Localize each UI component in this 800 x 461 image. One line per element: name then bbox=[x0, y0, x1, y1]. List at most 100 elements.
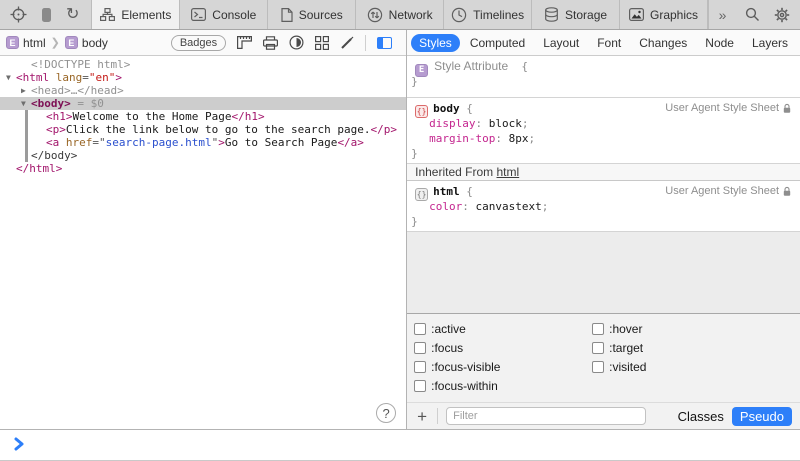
rule-selector[interactable]: body bbox=[433, 102, 460, 115]
checkbox[interactable] bbox=[592, 342, 604, 354]
code-token: : bbox=[462, 200, 475, 213]
pseudo-toggle-focus[interactable]: :focus bbox=[414, 338, 592, 357]
stylesheet-origin-note: User Agent Style Sheet bbox=[665, 101, 792, 116]
dom-tree-row[interactable]: <!DOCTYPE html> bbox=[0, 58, 406, 71]
tab-elements[interactable]: Elements bbox=[91, 0, 179, 29]
ruler-icon[interactable] bbox=[237, 36, 252, 49]
pseudo-toggle-hover[interactable]: :hover bbox=[592, 319, 770, 338]
pseudo-toggle-visited[interactable]: :visited bbox=[592, 357, 770, 376]
tab-timelines[interactable]: Timelines bbox=[443, 0, 531, 29]
tab-storage[interactable]: Storage bbox=[531, 0, 619, 29]
dom-tree-row[interactable]: </body> bbox=[0, 149, 406, 162]
tab-node[interactable]: Node bbox=[697, 34, 742, 52]
breadcrumb-item-body[interactable]: E body bbox=[65, 36, 108, 50]
toolbar-tabs: Elements Console Sources Network Timelin… bbox=[91, 0, 708, 29]
pseudo-label: :target bbox=[609, 341, 643, 355]
dom-tree-row[interactable]: ▶<head>…</head> bbox=[0, 84, 406, 97]
styles-panel: Styles Computed Layout Font Changes Node… bbox=[407, 30, 800, 429]
tab-layers[interactable]: Layers bbox=[744, 34, 796, 52]
pseudo-toggle-target[interactable]: :target bbox=[592, 338, 770, 357]
details-sidebar-toggle-icon[interactable] bbox=[377, 37, 392, 49]
crumb-actions: Badges bbox=[171, 35, 392, 51]
code-token: : bbox=[475, 117, 488, 130]
dom-tree-row[interactable]: <a href="search-page.html">Go to Search … bbox=[0, 136, 406, 149]
dom-tree-row[interactable]: ▼<html lang="en"> bbox=[0, 71, 406, 84]
css-rule-html: {}html {User Agent Style Sheetcolor: can… bbox=[407, 181, 800, 232]
property-value[interactable]: block bbox=[489, 117, 522, 130]
checkbox[interactable] bbox=[592, 361, 604, 373]
tab-layout[interactable]: Layout bbox=[535, 34, 587, 52]
search-icon[interactable] bbox=[738, 0, 766, 29]
tab-console[interactable]: Console bbox=[179, 0, 267, 29]
reload-icon[interactable]: ↻ bbox=[66, 7, 79, 23]
appearance-contrast-icon[interactable] bbox=[289, 35, 304, 50]
code-token: Welcome to the Home Page bbox=[73, 110, 232, 123]
tab-label: Sources bbox=[299, 8, 343, 22]
pseudo-label: :visited bbox=[609, 360, 646, 374]
lock-icon bbox=[782, 103, 792, 114]
property-name[interactable]: color bbox=[429, 200, 462, 213]
pseudo-column-left: :active:focus :focus-visible :focus-within bbox=[414, 319, 592, 402]
dom-tree-row[interactable]: <p>Click the link below to go to the sea… bbox=[0, 123, 406, 136]
device-icon[interactable] bbox=[42, 8, 51, 22]
tab-graphics[interactable]: Graphics bbox=[619, 0, 708, 29]
grid-overlay-icon[interactable] bbox=[315, 36, 329, 50]
badges-button[interactable]: Badges bbox=[171, 35, 226, 51]
code-token: { bbox=[460, 185, 473, 198]
divider bbox=[437, 408, 438, 424]
tab-computed[interactable]: Computed bbox=[462, 34, 533, 52]
tab-label: Network bbox=[389, 8, 433, 22]
filter-input[interactable] bbox=[446, 407, 646, 425]
toolbar-right-controls: » bbox=[708, 0, 800, 29]
settings-gear-icon[interactable] bbox=[768, 0, 796, 29]
tab-network[interactable]: Network bbox=[355, 0, 443, 29]
disclosure-triangle-icon[interactable]: ▼ bbox=[6, 71, 16, 84]
pseudo-toggle-active[interactable]: :active bbox=[414, 319, 592, 338]
checkbox[interactable] bbox=[414, 380, 426, 392]
pseudo-toggle-focus-visible[interactable]: :focus-visible bbox=[414, 357, 592, 376]
tab-styles[interactable]: Styles bbox=[411, 34, 460, 52]
checkbox[interactable] bbox=[414, 361, 426, 373]
styles-rules-list: EStyle Attribute {}{}body {User Agent St… bbox=[407, 56, 800, 314]
checkbox[interactable] bbox=[414, 342, 426, 354]
dom-tree-row[interactable]: <h1>Welcome to the Home Page</h1> bbox=[0, 110, 406, 123]
toolbar-left-icons: ↻ bbox=[0, 0, 91, 29]
add-rule-button[interactable]: + bbox=[415, 408, 429, 425]
inherited-element-link[interactable]: html bbox=[497, 165, 520, 179]
dom-tree-row[interactable]: </html> bbox=[0, 162, 406, 175]
breadcrumb-label: html bbox=[23, 36, 46, 50]
property-name[interactable]: margin-top bbox=[429, 132, 495, 145]
empty-filler bbox=[407, 232, 800, 314]
property-name[interactable]: display bbox=[429, 117, 475, 130]
quick-console-bar[interactable] bbox=[0, 429, 800, 460]
inspect-crosshair-icon[interactable] bbox=[10, 6, 27, 23]
code-token: " bbox=[212, 136, 219, 149]
tab-overflow-chevrons-icon[interactable]: » bbox=[708, 0, 736, 29]
checkbox[interactable] bbox=[592, 323, 604, 335]
pseudo-button[interactable]: Pseudo bbox=[732, 407, 792, 426]
paintbrush-icon[interactable] bbox=[340, 36, 354, 50]
section-title: Style Attribute bbox=[434, 59, 508, 73]
breadcrumb-item-html[interactable]: E html bbox=[6, 36, 46, 50]
disclosure-triangle-icon[interactable]: ▶ bbox=[21, 84, 31, 97]
classes-button[interactable]: Classes bbox=[678, 409, 724, 424]
disclosure-triangle-icon[interactable]: ▼ bbox=[21, 97, 31, 110]
pseudo-label: :focus-visible bbox=[431, 360, 500, 374]
code-token: lang bbox=[49, 71, 82, 84]
tab-changes[interactable]: Changes bbox=[631, 34, 695, 52]
dom-tree-row[interactable]: ▼<body> = $0 bbox=[0, 97, 406, 110]
tab-font[interactable]: Font bbox=[589, 34, 629, 52]
pseudo-toggle-focus-within[interactable]: :focus-within bbox=[414, 376, 592, 395]
help-button[interactable]: ? bbox=[376, 403, 396, 423]
rule-selector[interactable]: html bbox=[433, 185, 460, 198]
tab-sources[interactable]: Sources bbox=[267, 0, 355, 29]
code-token: <body> bbox=[31, 97, 71, 110]
tab-label: Console bbox=[212, 8, 256, 22]
code-token: = bbox=[82, 71, 89, 84]
checkbox[interactable] bbox=[414, 323, 426, 335]
printer-icon[interactable] bbox=[263, 36, 278, 50]
property-value[interactable]: 8px bbox=[509, 132, 529, 145]
property-value[interactable]: canvastext bbox=[476, 200, 542, 213]
element-badge: E bbox=[6, 36, 19, 49]
code-token: > bbox=[115, 71, 122, 84]
